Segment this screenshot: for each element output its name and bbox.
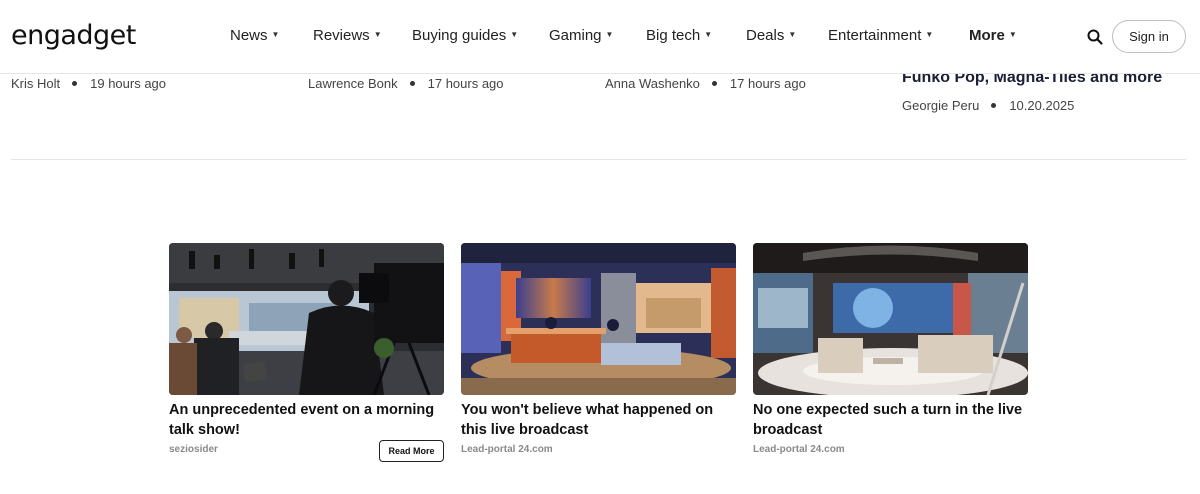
- sponsored-card[interactable]: You won't believe what happened on this …: [461, 243, 736, 455]
- author-link[interactable]: Lawrence Bonk: [308, 76, 398, 91]
- nav-news[interactable]: News ▼: [230, 27, 279, 44]
- card-source: Lead-portal 24.com: [461, 444, 553, 455]
- timestamp: 19 hours ago: [90, 76, 167, 91]
- nav-buying-guides[interactable]: Buying guides ▼: [412, 27, 518, 44]
- author-link[interactable]: Anna Washenko: [605, 76, 700, 91]
- nav-big-tech[interactable]: Big tech ▼: [646, 27, 712, 44]
- story-byline: Anna Washenko 17 hours ago: [605, 76, 806, 91]
- story-byline: Kris Holt 19 hours ago: [11, 76, 166, 91]
- nav-gaming[interactable]: Gaming ▼: [549, 27, 613, 44]
- news-set-image[interactable]: [461, 243, 736, 395]
- separator-dot: [72, 81, 78, 87]
- read-more-button[interactable]: Read More: [379, 440, 444, 462]
- card-headline[interactable]: No one expected such a turn in the live …: [753, 400, 1028, 440]
- timestamp: 17 hours ago: [427, 76, 504, 91]
- nav-entertainment[interactable]: Entertainment ▼: [828, 27, 933, 44]
- card-source: Lead-portal 24.com: [753, 444, 845, 455]
- story-byline: Lawrence Bonk 17 hours ago: [308, 76, 504, 91]
- separator-dot: [991, 103, 997, 109]
- caret-down-icon: ▼: [788, 30, 797, 39]
- nav-reviews[interactable]: Reviews ▼: [313, 27, 382, 44]
- card-headline[interactable]: You won't believe what happened on this …: [461, 400, 736, 440]
- caret-down-icon: ▼: [271, 30, 280, 39]
- author-link[interactable]: Kris Holt: [11, 76, 60, 91]
- sign-in-button[interactable]: Sign in: [1112, 20, 1186, 53]
- card-headline[interactable]: An unprecedented event on a morning talk…: [169, 400, 444, 440]
- search-icon[interactable]: [1086, 28, 1104, 46]
- nav-deals[interactable]: Deals ▼: [746, 27, 796, 44]
- timestamp: 10.20.2025: [1009, 98, 1075, 113]
- section-divider: [11, 159, 1186, 160]
- caret-down-icon: ▼: [1008, 30, 1017, 39]
- broadcast-studio-image[interactable]: [753, 243, 1028, 395]
- timestamp: 17 hours ago: [729, 76, 806, 91]
- site-header: engadget News ▼ Reviews ▼ Buying guides ▼ G…: [0, 0, 1200, 74]
- caret-down-icon: ▼: [373, 30, 382, 39]
- separator-dot: [409, 81, 415, 87]
- caret-down-icon: ▼: [925, 30, 934, 39]
- separator-dot: [711, 81, 717, 87]
- sponsored-card[interactable]: An unprecedented event on a morning talk…: [169, 243, 444, 462]
- engadget-logo[interactable]: engadget: [11, 20, 136, 51]
- tv-studio-image[interactable]: [169, 243, 444, 395]
- author-link[interactable]: Georgie Peru: [902, 98, 979, 113]
- nav-more[interactable]: More ▼: [969, 27, 1017, 44]
- sponsored-card[interactable]: No one expected such a turn in the live …: [753, 243, 1028, 455]
- story-byline: Georgie Peru 10.20.2025: [902, 98, 1074, 113]
- caret-down-icon: ▼: [605, 30, 614, 39]
- caret-down-icon: ▼: [510, 30, 519, 39]
- caret-down-icon: ▼: [704, 30, 713, 39]
